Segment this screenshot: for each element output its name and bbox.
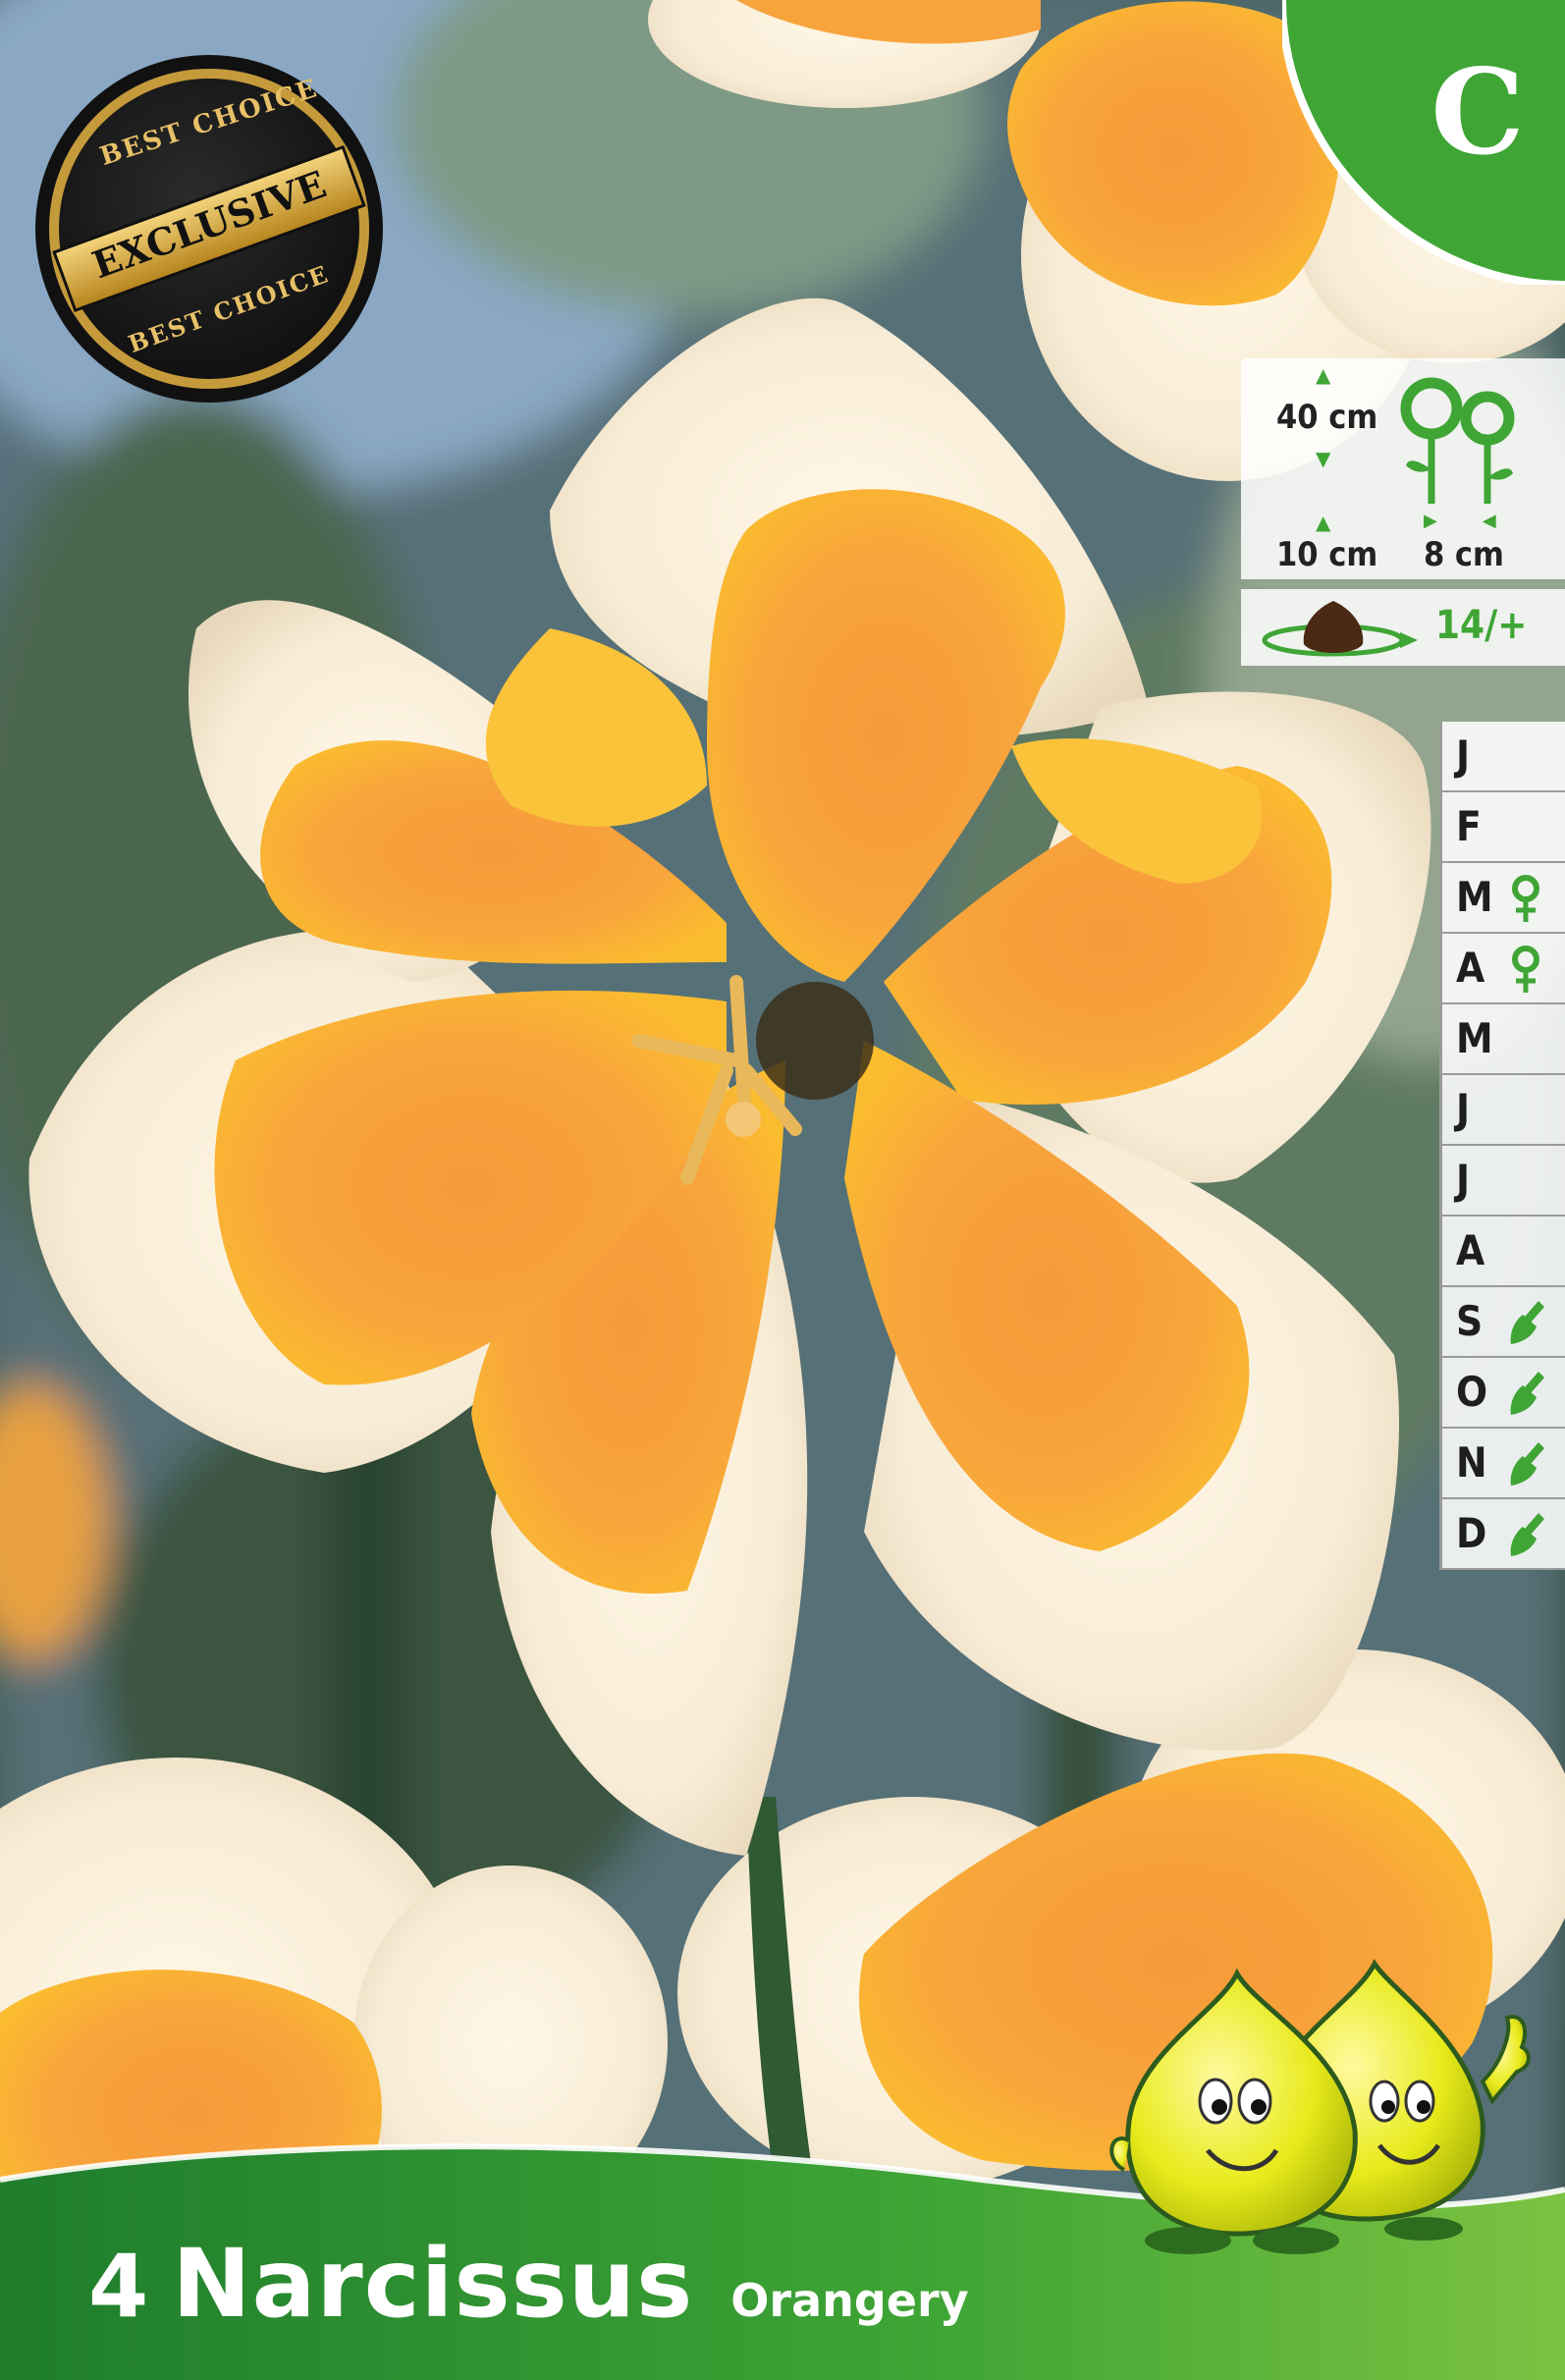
month-letter: D (1456, 1509, 1487, 1557)
height-arrows: ▲ (1316, 363, 1331, 387)
bulb-size-value: 14/+ (1435, 603, 1528, 648)
month-row: A (1442, 1217, 1565, 1287)
month-row: M (1442, 1004, 1565, 1075)
month-row: J (1442, 1146, 1565, 1217)
month-row: O (1442, 1358, 1565, 1429)
bulb-icon (1262, 601, 1418, 657)
month-letter: O (1456, 1368, 1488, 1416)
month-letter: A (1456, 1226, 1485, 1274)
month-row: N (1442, 1429, 1565, 1499)
trowel-icon (1510, 1513, 1544, 1556)
trowel-icon (1510, 1442, 1544, 1486)
spacing-value: 8 cm (1424, 535, 1504, 574)
two-flowers-icon (1400, 377, 1515, 504)
trowel-icon (1510, 1301, 1544, 1344)
depth-value: 10 cm (1276, 535, 1378, 574)
flower-icon (1512, 946, 1539, 993)
zone-badge-letter: C (1430, 43, 1525, 182)
month-letter: M (1456, 873, 1493, 921)
height-value: 40 cm (1276, 398, 1378, 437)
height-arrow-down: ▼ (1316, 447, 1331, 470)
flowering-planting-calendar: J F M A M J J A S O N D (1439, 722, 1565, 1570)
month-row: A (1442, 934, 1565, 1004)
product-variety: Orangery (730, 2274, 969, 2327)
month-letter: M (1456, 1014, 1493, 1062)
month-row: J (1442, 722, 1565, 792)
month-row: F (1442, 792, 1565, 863)
spacing-arrows: ▶◀ (1424, 511, 1541, 531)
product-card: C BEST CHOICE EXCLUSIVE BEST CHOICE ▲ 40… (0, 0, 1565, 2380)
month-letter: J (1456, 1085, 1471, 1133)
bulb-mascots-logo (1109, 1959, 1531, 2254)
month-row: M (1442, 863, 1565, 934)
month-letter: S (1456, 1297, 1484, 1345)
product-count: 4 (88, 2236, 149, 2337)
month-row: J (1442, 1075, 1565, 1146)
product-title: 4 Narcissus Orangery (88, 2229, 969, 2347)
product-name: Narcissus (172, 2229, 694, 2339)
month-letter: F (1456, 802, 1482, 850)
depth-arrow-up: ▲ (1316, 511, 1331, 534)
month-letter: J (1456, 1156, 1471, 1204)
month-row: D (1442, 1499, 1565, 1570)
month-letter: A (1456, 944, 1485, 992)
flower-icon (1512, 875, 1539, 922)
month-letter: N (1456, 1438, 1487, 1487)
month-row: S (1442, 1287, 1565, 1358)
trowel-icon (1510, 1372, 1544, 1415)
month-letter: J (1456, 731, 1471, 780)
